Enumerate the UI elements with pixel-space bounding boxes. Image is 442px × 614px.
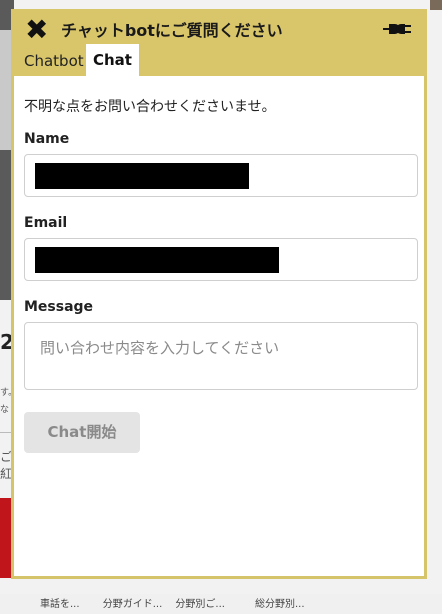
chat-widget: ✖ チャットbotにご質問ください Chatbot Chat 不明な点をお問い合… xyxy=(11,9,427,579)
close-icon[interactable]: ✖ xyxy=(25,15,48,45)
name-label: Name xyxy=(24,131,70,147)
email-field[interactable] xyxy=(24,238,418,281)
message-placeholder: 問い合わせ内容を入力してください xyxy=(40,339,280,357)
plug-icon[interactable] xyxy=(383,21,413,37)
redacted-value xyxy=(35,163,249,189)
background-bottom-nav: 車話を... 分野ガイド... 分野別ご... 総分野別... xyxy=(0,594,442,614)
message-label: Message xyxy=(24,299,94,315)
name-field[interactable] xyxy=(24,154,418,197)
background-image-right xyxy=(430,0,442,10)
redacted-value xyxy=(35,247,279,273)
message-field[interactable]: 問い合わせ内容を入力してください xyxy=(24,322,418,390)
tab-chat[interactable]: Chat xyxy=(86,44,139,77)
intro-text: 不明な点をお問い合わせくださいませ。 xyxy=(24,99,276,115)
widget-title: チャットbotにご質問ください xyxy=(61,21,283,40)
start-chat-button[interactable]: Chat開始 xyxy=(24,412,140,453)
widget-header: ✖ チャットbotにご質問ください Chatbot Chat xyxy=(11,9,427,77)
tab-chatbot[interactable]: Chatbot xyxy=(19,46,89,76)
email-label: Email xyxy=(24,215,68,231)
